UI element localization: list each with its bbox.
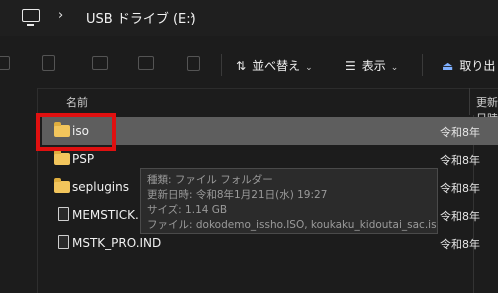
command-bar: ⇅ 並べ替え ⌄ ☰ 表示 ⌄ ⏏ 取り出し [0,36,498,89]
delete-icon[interactable] [187,56,200,71]
chevron-down-icon: ⌄ [390,63,399,73]
toolbar-divider [221,54,222,76]
file-icon [58,235,69,249]
chevron-down-icon: ⌄ [305,63,313,73]
column-header-name[interactable]: 名前 [66,94,88,110]
share-icon[interactable] [138,56,154,70]
file-name: seplugins [72,180,129,194]
file-date: 令和8年 [440,154,480,167]
file-name: PSP [72,152,95,166]
folder-icon [54,178,70,193]
breadcrumb-chevron-icon[interactable]: › [58,8,63,23]
this-pc-icon[interactable] [22,9,40,26]
view-button[interactable]: ☰ 表示 ⌄ [345,57,398,74]
folder-tooltip: 種類: ファイル フォルダー 更新日時: 令和8年1月21日(水) 19:27 … [140,168,438,234]
tooltip-size: サイズ: 1.14 GB [147,204,228,216]
view-label: 表示 [361,59,386,73]
sort-label: 並べ替え [252,59,301,73]
folder-icon [54,150,70,165]
sort-button[interactable]: ⇅ 並べ替え ⌄ [236,57,313,74]
file-name: MSTK_PRO.IND [72,236,162,250]
navigation-pane[interactable] [0,88,38,293]
tooltip-modified: 更新日時: 令和8年1月21日(水) 19:27 [147,189,328,201]
paste-icon[interactable] [42,55,55,71]
tooltip-files: ファイル: dokodemo_issho.ISO, koukaku_kidout… [147,219,438,231]
breadcrumb-chevron-icon[interactable]: › [190,8,195,23]
column-divider[interactable] [469,88,470,115]
toolbar-divider [422,54,423,76]
file-date: 令和8年 [440,238,480,251]
file-date: 令和8年 [440,126,480,139]
column-headers: 名前 更新日時 [38,88,498,125]
view-icon: ☰ [345,59,356,73]
eject-button[interactable]: ⏏ 取り出し [442,57,498,74]
rename-icon[interactable] [92,56,108,70]
file-date: 令和8年 [440,182,480,195]
breadcrumb-drive[interactable]: USB ドライブ (E:) [86,8,196,27]
address-bar: › USB ドライブ (E:) › [0,0,498,36]
eject-icon: ⏏ [442,59,454,73]
highlight-box [36,113,116,151]
eject-label: 取り出し [459,59,498,73]
new-item-icon[interactable] [0,56,10,70]
sort-icon: ⇅ [236,59,247,73]
file-date: 令和8年 [440,210,480,223]
file-icon [58,207,69,221]
tooltip-type: 種類: ファイル フォルダー [147,174,273,186]
